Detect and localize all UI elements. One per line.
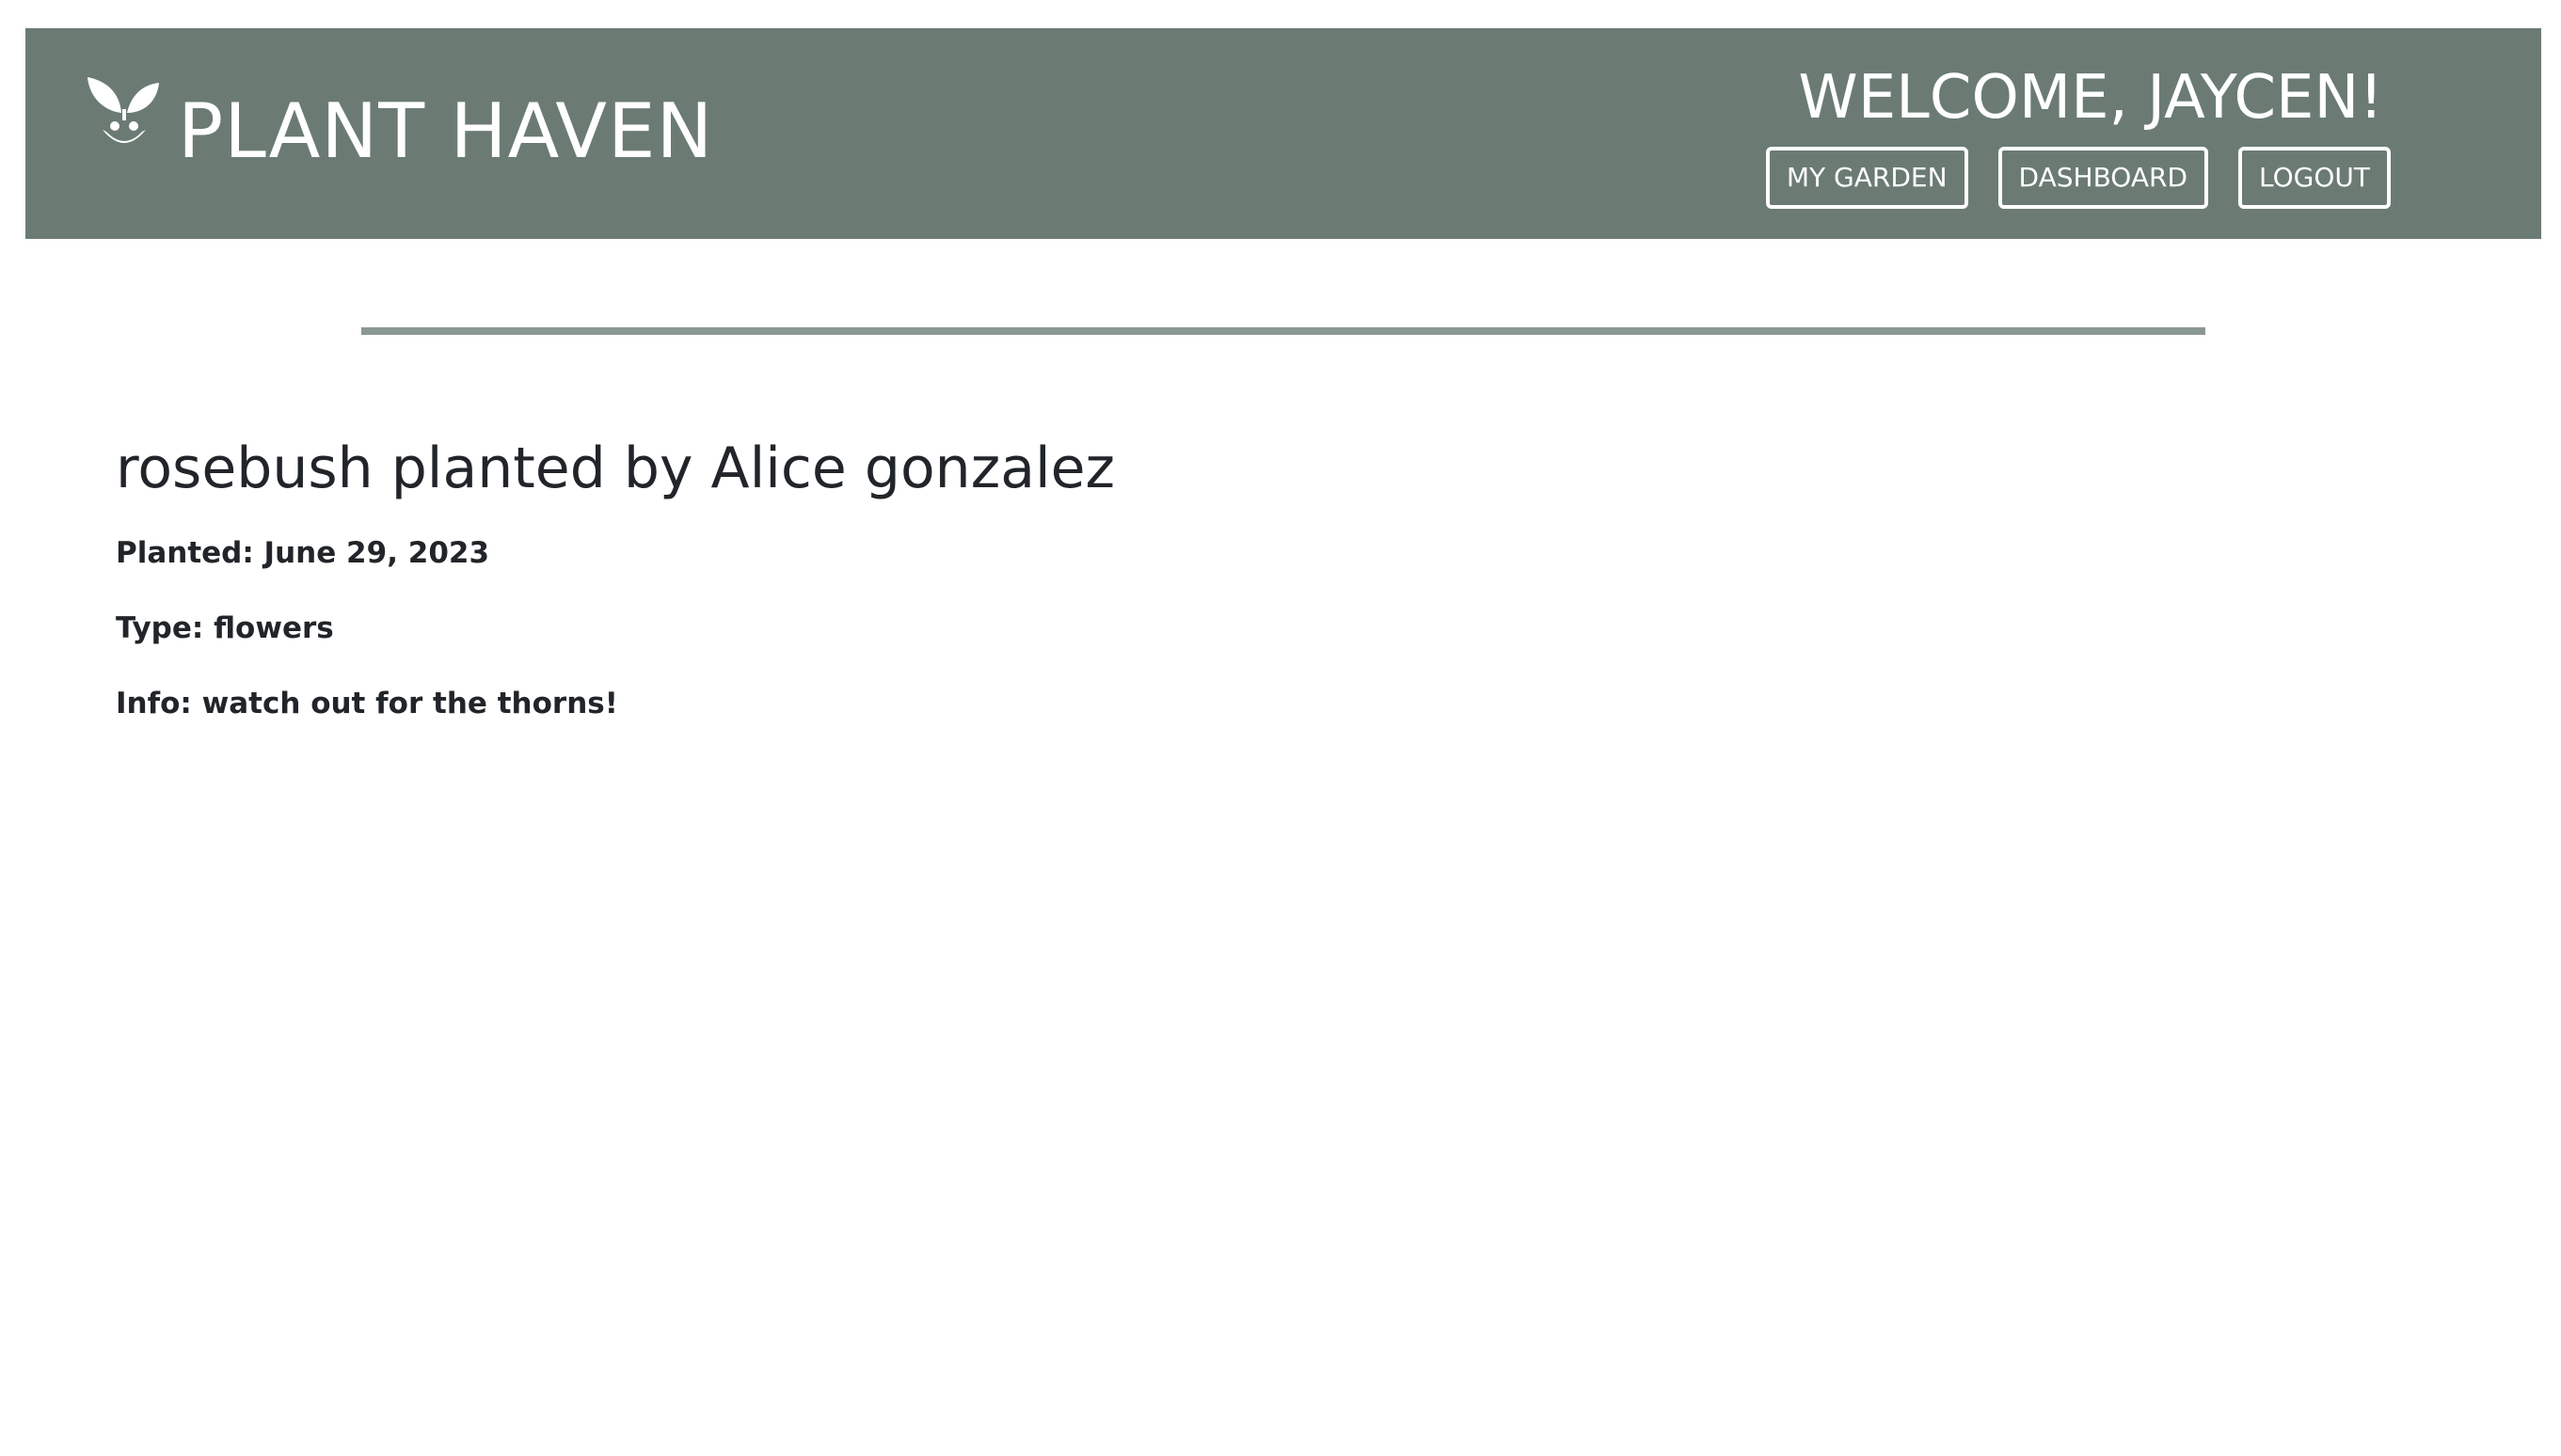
welcome-message: WELCOME, JAYCEN! (1798, 63, 2383, 133)
site-header: PLANT HAVEN WELCOME, JAYCEN! MY GARDEN D… (25, 28, 2541, 239)
seedling-icon (87, 77, 159, 143)
plant-info: Info: watch out for the thorns! (116, 687, 618, 720)
plant-title: rosebush planted by Alice gonzalez (116, 435, 1116, 501)
planted-date: Planted: June 29, 2023 (116, 536, 490, 570)
plant-details: rosebush planted by Alice gonzalez Plant… (116, 421, 2374, 741)
dashboard-button[interactable]: DASHBOARD (1997, 147, 2209, 209)
nav-bar: MY GARDEN DASHBOARD LOGOUT (1765, 147, 2391, 209)
my-garden-button[interactable]: MY GARDEN (1765, 147, 1968, 209)
plant-type: Type: flowers (116, 611, 334, 645)
logout-button[interactable]: LOGOUT (2238, 147, 2391, 209)
site-brand[interactable]: PLANT HAVEN (178, 85, 713, 179)
section-divider (361, 327, 2205, 335)
